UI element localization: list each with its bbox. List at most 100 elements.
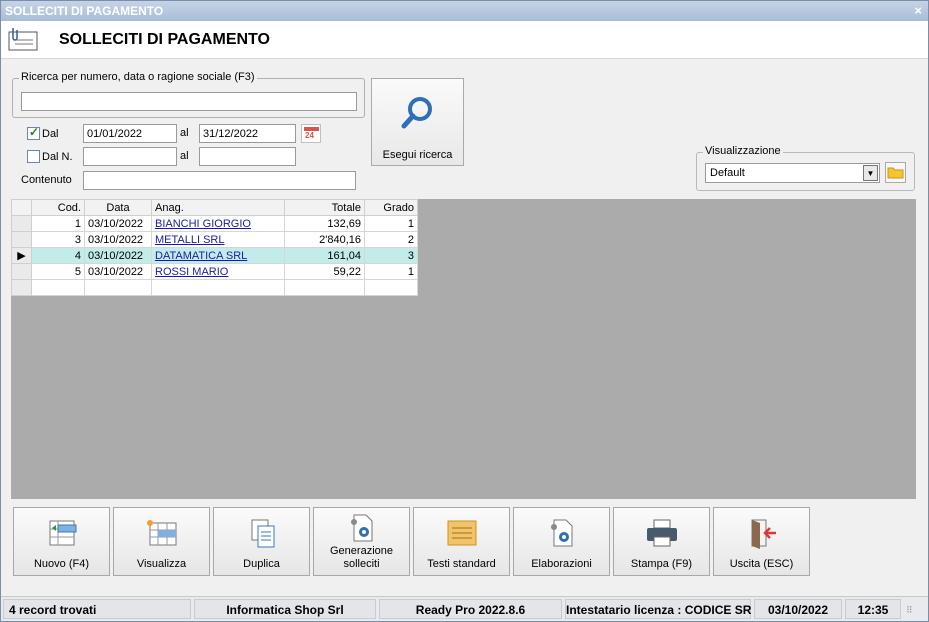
status-company: Informatica Shop Srl <box>194 599 376 619</box>
cell-anag-link[interactable]: METALLI SRL <box>151 231 285 248</box>
generate-reminders-button[interactable]: Generazione solleciti <box>313 507 410 576</box>
search-group: Ricerca per numero, data o ragione socia… <box>12 71 365 118</box>
cell-empty[interactable] <box>364 279 418 296</box>
num-to-field[interactable] <box>199 147 296 166</box>
exit-button[interactable]: Uscita (ESC) <box>713 507 810 576</box>
header: SOLLECITI DI PAGAMENTO <box>1 21 928 59</box>
view-select-value: Default <box>710 167 745 179</box>
status-version: Ready Pro 2022.8.6 <box>379 599 562 619</box>
page-title: SOLLECITI DI PAGAMENTO <box>59 31 270 48</box>
cell-data: 03/10/2022 <box>84 247 152 264</box>
date-from-field[interactable] <box>83 124 177 143</box>
print-button[interactable]: Stampa (F9) <box>613 507 710 576</box>
cell-empty[interactable] <box>31 279 85 296</box>
cell-cod: 1 <box>31 215 85 232</box>
status-time: 12:35 <box>845 599 901 619</box>
cell-grado: 2 <box>364 231 418 248</box>
cell-empty[interactable] <box>284 279 365 296</box>
cell-empty[interactable] <box>84 279 152 296</box>
processing-button-label: Elaborazioni <box>531 558 592 570</box>
cell-totale: 59,22 <box>284 263 365 280</box>
folder-icon <box>887 167 904 179</box>
num-from-field[interactable] <box>83 147 177 166</box>
resize-grip-icon[interactable]: ⠿ <box>906 605 913 616</box>
cell-anag-link[interactable]: BIANCHI GIORGIO <box>151 215 285 232</box>
date-to-field[interactable] <box>199 124 296 143</box>
column-header-data[interactable]: Data <box>84 199 152 216</box>
table-row[interactable]: 1 03/10/2022 BIANCHI GIORGIO 132,69 1 <box>11 215 418 232</box>
exit-button-label: Uscita (ESC) <box>729 558 794 570</box>
standard-texts-button[interactable]: Testi standard <box>413 507 510 576</box>
grid-area: Cod. Data Anag. Totale Grado 1 03/10/202… <box>11 199 916 499</box>
al-label-2: al <box>180 150 189 162</box>
document-gear-icon <box>551 519 573 547</box>
window-title: SOLLECITI DI PAGAMENTO <box>5 4 164 18</box>
search-button-label: Esegui ricerca <box>382 149 453 161</box>
row-indicator[interactable] <box>11 263 32 280</box>
cell-data: 03/10/2022 <box>84 263 152 280</box>
exit-door-icon <box>751 519 776 549</box>
notes-icon <box>447 520 477 546</box>
cell-grado: 1 <box>364 215 418 232</box>
cell-grado: 1 <box>364 263 418 280</box>
cell-grado: 3 <box>364 247 418 264</box>
status-records: 4 record trovati <box>3 599 191 619</box>
al-label: al <box>180 127 189 139</box>
cell-totale: 161,04 <box>284 247 365 264</box>
calendar-icon[interactable]: 24 <box>301 124 321 143</box>
search-group-label: Ricerca per numero, data o ragione socia… <box>19 71 257 83</box>
folder-button[interactable] <box>885 162 906 183</box>
row-indicator[interactable] <box>11 279 32 296</box>
cell-cod: 3 <box>31 231 85 248</box>
table-row-selected[interactable]: ▶ 4 03/10/2022 DATAMATICA SRL 161,04 3 <box>11 247 418 264</box>
table-row[interactable]: 5 03/10/2022 ROSSI MARIO 59,22 1 <box>11 263 418 280</box>
chevron-down-icon[interactable]: ▼ <box>863 165 878 181</box>
standard-texts-label: Testi standard <box>427 558 496 570</box>
column-header-anag[interactable]: Anag. <box>151 199 285 216</box>
search-button[interactable]: Esegui ricerca <box>371 78 464 166</box>
generate-reminders-label: Generazione solleciti <box>330 545 393 570</box>
new-record-icon <box>49 520 77 546</box>
contenuto-field[interactable] <box>83 171 356 190</box>
view-group: Visualizzazione Default ▼ <box>696 145 915 191</box>
processing-button[interactable]: Elaborazioni <box>513 507 610 576</box>
search-input[interactable] <box>21 92 357 111</box>
status-date: 03/10/2022 <box>754 599 842 619</box>
row-pointer-icon[interactable]: ▶ <box>11 247 32 264</box>
results-table: Cod. Data Anag. Totale Grado 1 03/10/202… <box>11 199 418 296</box>
dal-n-checkbox[interactable] <box>27 150 40 163</box>
dal-label: Dal <box>42 128 59 140</box>
column-header-cod[interactable]: Cod. <box>31 199 85 216</box>
clipped-document-icon <box>8 28 38 51</box>
column-header-grado[interactable]: Grado <box>364 199 418 216</box>
cell-cod: 4 <box>31 247 85 264</box>
cell-empty[interactable] <box>151 279 285 296</box>
title-bar: SOLLECITI DI PAGAMENTO × <box>1 1 928 21</box>
view-group-label: Visualizzazione <box>703 145 783 157</box>
cell-anag-link[interactable]: ROSSI MARIO <box>151 263 285 280</box>
magnifier-icon <box>401 97 432 129</box>
view-button[interactable]: Visualizza <box>113 507 210 576</box>
duplicate-button[interactable]: Duplica <box>213 507 310 576</box>
table-row[interactable]: 3 03/10/2022 METALLI SRL 2'840,16 2 <box>11 231 418 248</box>
column-header-totale[interactable]: Totale <box>284 199 365 216</box>
grid-view-icon <box>147 520 177 546</box>
new-button[interactable]: Nuovo (F4) <box>13 507 110 576</box>
cell-data: 03/10/2022 <box>84 231 152 248</box>
dal-checkbox[interactable] <box>27 125 40 140</box>
row-indicator[interactable] <box>11 215 32 232</box>
status-license: Intestatario licenza : CODICE SR <box>565 599 751 619</box>
row-indicator[interactable] <box>11 231 32 248</box>
view-button-label: Visualizza <box>136 558 187 570</box>
close-icon[interactable]: × <box>914 3 922 18</box>
view-select[interactable]: Default ▼ <box>705 163 880 183</box>
cell-anag-link[interactable]: DATAMATICA SRL <box>151 247 285 264</box>
cell-totale: 132,69 <box>284 215 365 232</box>
document-gear-icon <box>351 514 373 542</box>
duplicate-button-label: Duplica <box>243 558 280 570</box>
table-row-new[interactable] <box>11 279 418 296</box>
printer-icon <box>647 519 677 547</box>
status-bar: 4 record trovati Informatica Shop Srl Re… <box>1 596 928 621</box>
new-button-label: Nuovo (F4) <box>33 558 90 570</box>
row-indicator-header <box>11 199 32 216</box>
